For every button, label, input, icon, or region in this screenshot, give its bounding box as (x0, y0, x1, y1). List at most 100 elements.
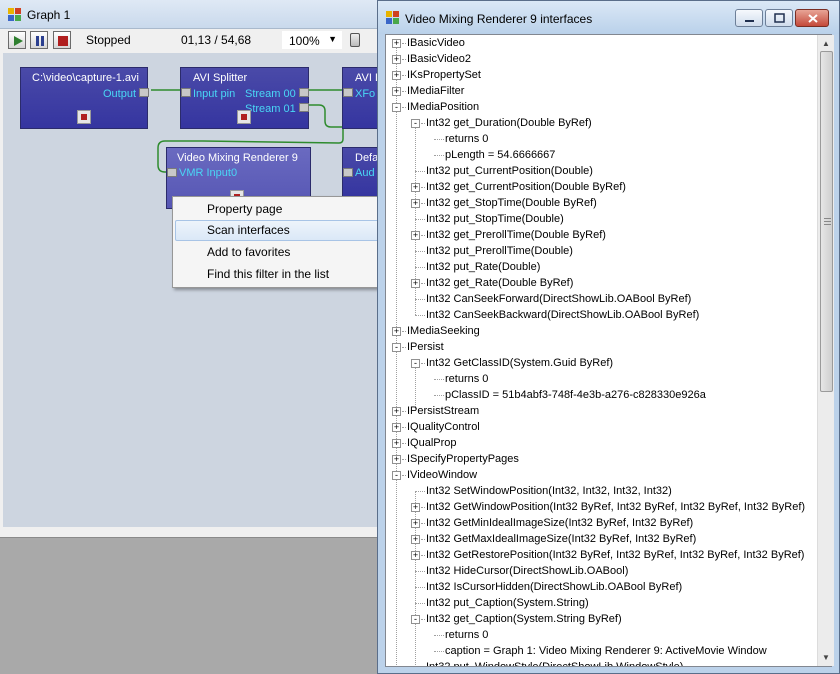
tree-node-method[interactable]: + Int32 get_Rate(Double ByRef) (386, 275, 818, 291)
tree-node-interface[interactable]: + IBasicVideo (386, 35, 818, 51)
expand-icon[interactable]: + (392, 455, 401, 464)
filter-avi-splitter[interactable]: AVI Splitter Input pin Stream 00 Stream … (180, 67, 309, 129)
play-button[interactable] (8, 31, 26, 49)
tree-node-method[interactable]: Int32 put_Caption(System.String) (386, 595, 818, 611)
expand-icon[interactable]: + (411, 519, 420, 528)
tree-node-interface[interactable]: + ISpecifyPropertyPages (386, 451, 818, 467)
collapse-icon[interactable]: - (392, 343, 401, 352)
expand-icon[interactable]: + (411, 503, 420, 512)
tree-node-method[interactable]: - Int32 GetClassID(System.Guid ByRef) (386, 355, 818, 371)
tree-node-interface[interactable]: - IPersist (386, 339, 818, 355)
tree-node-method[interactable]: - Int32 get_Duration(Double ByRef) (386, 115, 818, 131)
tree-node-value[interactable]: caption = Graph 1: Video Mixing Renderer… (386, 643, 818, 659)
tree-node-method[interactable]: Int32 put_Rate(Double) (386, 259, 818, 275)
tree-node-method[interactable]: Int32 put_PrerollTime(Double) (386, 243, 818, 259)
maximize-button[interactable] (765, 9, 793, 27)
pin-input[interactable] (181, 88, 191, 97)
pin-stream00[interactable] (299, 88, 309, 97)
tree-node-interface[interactable]: + IMediaFilter (386, 83, 818, 99)
tree-node-method[interactable]: + Int32 get_StopTime(Double ByRef) (386, 195, 818, 211)
tree-node-value[interactable]: returns 0 (386, 627, 818, 643)
expand-icon[interactable]: + (411, 183, 420, 192)
tree-node-interface[interactable]: - IVideoWindow (386, 467, 818, 483)
collapse-icon[interactable]: - (392, 471, 401, 480)
tree-node-label: IMediaFilter (407, 85, 465, 97)
collapse-icon[interactable]: - (411, 615, 420, 624)
tree-node-method[interactable]: Int32 put_StopTime(Double) (386, 211, 818, 227)
zoom-select[interactable]: 100% ▼ (282, 31, 342, 49)
tree-node-method[interactable]: + Int32 GetRestorePosition(Int32 ByRef, I… (386, 547, 818, 563)
tree-node-value[interactable]: pLength = 54.6666667 (386, 147, 818, 163)
tree-node-interface[interactable]: - IMediaPosition (386, 99, 818, 115)
expand-icon[interactable]: + (411, 279, 420, 288)
close-button[interactable] (795, 9, 829, 27)
tree-node-method[interactable]: + Int32 get_PrerollTime(Double ByRef) (386, 227, 818, 243)
pin-decoder-input[interactable] (343, 88, 353, 97)
tree-node-value[interactable]: pClassID = 51b4abf3-748f-4e3b-a276-c8283… (386, 387, 818, 403)
tree-node-label: Int32 CanSeekBackward(DirectShowLib.OABo… (426, 309, 700, 321)
scrollbar-thumb[interactable] (820, 51, 833, 392)
minimize-button[interactable] (735, 9, 763, 27)
interfaces-tree[interactable]: + IBasicVideo + IBasicVideo2 + IKsPropertySet… (385, 34, 832, 667)
tree-node-interface[interactable]: + IMediaSeeking (386, 323, 818, 339)
graph-canvas[interactable]: C:\video\capture-1.avi Output AVI Splitt… (3, 53, 392, 527)
expand-icon[interactable]: + (392, 423, 401, 432)
expand-icon[interactable]: + (392, 439, 401, 448)
collapse-icon[interactable]: - (411, 359, 420, 368)
tree-node-method[interactable]: + Int32 GetMaxIdealImageSize(Int32 ByRef,… (386, 531, 818, 547)
menu-item-property-page[interactable]: Property page (175, 199, 383, 220)
expand-icon[interactable]: + (411, 551, 420, 560)
position-readout: 01,13 / 54,68 (181, 33, 252, 47)
filter-context-menu: Property page Scan interfaces Add to fav… (172, 196, 386, 288)
pin-stream01[interactable] (299, 103, 309, 112)
tree-node-method[interactable]: + Int32 get_CurrentPosition(Double ByRef) (386, 179, 818, 195)
tree-node-label: IVideoWindow (407, 469, 478, 481)
scroll-down-arrow-icon[interactable]: ▼ (818, 649, 834, 666)
scroll-up-arrow-icon[interactable]: ▲ (818, 35, 834, 52)
pin-vmr-input[interactable] (167, 168, 177, 177)
tree-node-method[interactable]: + Int32 GetMinIdealImageSize(Int32 ByRef,… (386, 515, 818, 531)
tree-node-method[interactable]: - Int32 get_Caption(System.String ByRef) (386, 611, 818, 627)
menu-item-add-to-favorites[interactable]: Add to favorites (175, 242, 383, 263)
tree-node-interface[interactable]: + IQualProp (386, 435, 818, 451)
pin-output[interactable] (139, 88, 149, 97)
menu-item-find-filter[interactable]: Find this filter in the list (175, 264, 383, 285)
tree-node-label: IPersist (407, 341, 444, 353)
tree-node-interface[interactable]: + IBasicVideo2 (386, 51, 818, 67)
expand-icon[interactable]: + (411, 231, 420, 240)
menu-item-scan-interfaces[interactable]: Scan interfaces (175, 220, 383, 241)
expand-icon[interactable]: + (392, 407, 401, 416)
tree-node-value[interactable]: returns 0 (386, 131, 818, 147)
tree-node-method[interactable]: + Int32 GetWindowPosition(Int32 ByRef, In… (386, 499, 818, 515)
tree-node-method[interactable]: Int32 CanSeekBackward(DirectShowLib.OABo… (386, 307, 818, 323)
stop-button[interactable] (53, 31, 71, 49)
tree-node-method[interactable]: Int32 CanSeekForward(DirectShowLib.OABoo… (386, 291, 818, 307)
position-slider-thumb[interactable] (350, 33, 360, 47)
expand-icon[interactable]: + (392, 87, 401, 96)
tree-node-interface[interactable]: + IQualityControl (386, 419, 818, 435)
expand-icon[interactable]: + (411, 535, 420, 544)
pause-button[interactable] (30, 31, 48, 49)
collapse-icon[interactable]: - (392, 103, 401, 112)
expand-icon[interactable]: + (411, 199, 420, 208)
tree-node-method[interactable]: Int32 SetWindowPosition(Int32, Int32, In… (386, 483, 818, 499)
expand-icon[interactable]: + (392, 327, 401, 336)
tree-node-method[interactable]: Int32 put_CurrentPosition(Double) (386, 163, 818, 179)
tree-node-value[interactable]: returns 0 (386, 371, 818, 387)
collapse-icon[interactable]: - (411, 119, 420, 128)
interfaces-titlebar[interactable]: Video Mixing Renderer 9 interfaces (378, 1, 839, 34)
tree-node-interface[interactable]: + IKsPropertySet (386, 67, 818, 83)
tree-vertical-scrollbar[interactable]: ▲ ▼ (817, 35, 834, 666)
tree-node-method[interactable]: Int32 HideCursor(DirectShowLib.OABool) (386, 563, 818, 579)
graph-titlebar[interactable]: Graph 1 (0, 0, 378, 29)
filter-splitter-property-button[interactable] (237, 110, 251, 124)
pin-audio-input[interactable] (343, 168, 353, 177)
expand-icon[interactable]: + (392, 55, 401, 64)
expand-icon[interactable]: + (392, 71, 401, 80)
tree-node-interface[interactable]: + IPersistStream (386, 403, 818, 419)
tree-node-method[interactable]: Int32 put_WindowStyle(DirectShowLib.Wind… (386, 659, 818, 666)
tree-node-method[interactable]: Int32 IsCursorHidden(DirectShowLib.OABoo… (386, 579, 818, 595)
filter-source[interactable]: C:\video\capture-1.avi Output (20, 67, 149, 129)
filter-source-property-button[interactable] (77, 110, 91, 124)
expand-icon[interactable]: + (392, 39, 401, 48)
